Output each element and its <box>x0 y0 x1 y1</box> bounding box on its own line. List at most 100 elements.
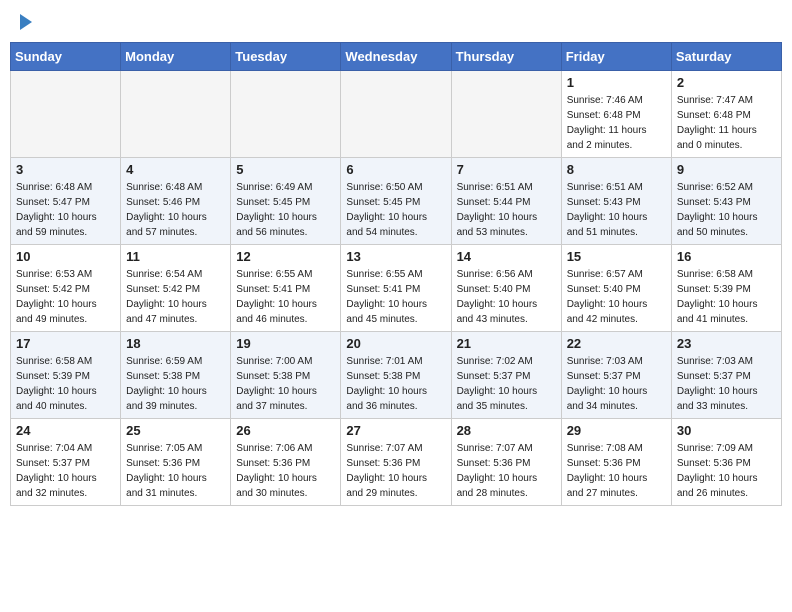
weekday-header-sunday: Sunday <box>11 43 121 71</box>
day-info: Sunrise: 7:03 AM Sunset: 5:37 PM Dayligh… <box>567 354 666 414</box>
day-number: 22 <box>567 336 666 351</box>
day-number: 25 <box>126 423 225 438</box>
day-info: Sunrise: 6:51 AM Sunset: 5:44 PM Dayligh… <box>457 180 556 240</box>
day-info: Sunrise: 6:50 AM Sunset: 5:45 PM Dayligh… <box>346 180 445 240</box>
calendar-cell: 13 Sunrise: 6:55 AM Sunset: 5:41 PM Dayli… <box>341 245 451 332</box>
day-number: 1 <box>567 75 666 90</box>
day-number: 7 <box>457 162 556 177</box>
day-number: 14 <box>457 249 556 264</box>
day-number: 5 <box>236 162 335 177</box>
day-number: 27 <box>346 423 445 438</box>
day-info: Sunrise: 7:03 AM Sunset: 5:37 PM Dayligh… <box>677 354 776 414</box>
calendar-cell: 29 Sunrise: 7:08 AM Sunset: 5:36 PM Dayli… <box>561 419 671 506</box>
day-number: 30 <box>677 423 776 438</box>
calendar-cell: 22 Sunrise: 7:03 AM Sunset: 5:37 PM Dayli… <box>561 332 671 419</box>
day-number: 2 <box>677 75 776 90</box>
day-info: Sunrise: 7:05 AM Sunset: 5:36 PM Dayligh… <box>126 441 225 501</box>
calendar-cell: 11Sunrise: 6:54 AM Sunset: 5:42 PM Dayli… <box>121 245 231 332</box>
calendar-cell: 21 Sunrise: 7:02 AM Sunset: 5:37 PM Dayli… <box>451 332 561 419</box>
calendar-cell <box>231 71 341 158</box>
day-number: 26 <box>236 423 335 438</box>
day-info: Sunrise: 6:55 AM Sunset: 5:41 PM Dayligh… <box>236 267 335 327</box>
day-info: Sunrise: 6:49 AM Sunset: 5:45 PM Dayligh… <box>236 180 335 240</box>
day-number: 13 <box>346 249 445 264</box>
weekday-header-row: SundayMondayTuesdayWednesdayThursdayFrid… <box>11 43 782 71</box>
day-info: Sunrise: 6:51 AM Sunset: 5:43 PM Dayligh… <box>567 180 666 240</box>
day-number: 18 <box>126 336 225 351</box>
day-info: Sunrise: 7:02 AM Sunset: 5:37 PM Dayligh… <box>457 354 556 414</box>
day-number: 9 <box>677 162 776 177</box>
day-number: 6 <box>346 162 445 177</box>
calendar-cell <box>121 71 231 158</box>
day-number: 15 <box>567 249 666 264</box>
day-number: 4 <box>126 162 225 177</box>
day-info: Sunrise: 6:48 AM Sunset: 5:47 PM Dayligh… <box>16 180 115 240</box>
day-number: 11 <box>126 249 225 264</box>
day-number: 24 <box>16 423 115 438</box>
day-number: 23 <box>677 336 776 351</box>
day-number: 19 <box>236 336 335 351</box>
day-info: Sunrise: 7:09 AM Sunset: 5:36 PM Dayligh… <box>677 441 776 501</box>
week-row-2: 3 Sunrise: 6:48 AM Sunset: 5:47 PM Daylig… <box>11 158 782 245</box>
calendar-cell: 20Sunrise: 7:01 AM Sunset: 5:38 PM Dayli… <box>341 332 451 419</box>
week-row-1: 1 Sunrise: 7:46 AM Sunset: 6:48 PM Daylig… <box>11 71 782 158</box>
weekday-header-monday: Monday <box>121 43 231 71</box>
calendar-cell: 15Sunrise: 6:57 AM Sunset: 5:40 PM Dayli… <box>561 245 671 332</box>
calendar-cell: 14 Sunrise: 6:56 AM Sunset: 5:40 PM Dayli… <box>451 245 561 332</box>
day-info: Sunrise: 7:06 AM Sunset: 5:36 PM Dayligh… <box>236 441 335 501</box>
calendar-cell: 27 Sunrise: 7:07 AM Sunset: 5:36 PM Dayli… <box>341 419 451 506</box>
day-info: Sunrise: 6:55 AM Sunset: 5:41 PM Dayligh… <box>346 267 445 327</box>
day-info: Sunrise: 7:47 AM Sunset: 6:48 PM Dayligh… <box>677 93 776 153</box>
day-info: Sunrise: 6:56 AM Sunset: 5:40 PM Dayligh… <box>457 267 556 327</box>
week-row-5: 24 Sunrise: 7:04 AM Sunset: 5:37 PM Dayli… <box>11 419 782 506</box>
week-row-3: 10Sunrise: 6:53 AM Sunset: 5:42 PM Dayli… <box>11 245 782 332</box>
page-header <box>10 10 782 34</box>
calendar-cell: 23 Sunrise: 7:03 AM Sunset: 5:37 PM Dayli… <box>671 332 781 419</box>
calendar-cell: 25 Sunrise: 7:05 AM Sunset: 5:36 PM Dayli… <box>121 419 231 506</box>
calendar-cell: 4Sunrise: 6:48 AM Sunset: 5:46 PM Daylig… <box>121 158 231 245</box>
day-number: 16 <box>677 249 776 264</box>
day-number: 3 <box>16 162 115 177</box>
calendar-cell: 6 Sunrise: 6:50 AM Sunset: 5:45 PM Daylig… <box>341 158 451 245</box>
calendar-cell <box>451 71 561 158</box>
week-row-4: 17Sunrise: 6:58 AM Sunset: 5:39 PM Dayli… <box>11 332 782 419</box>
day-number: 28 <box>457 423 556 438</box>
weekday-header-tuesday: Tuesday <box>231 43 341 71</box>
calendar-cell: 26 Sunrise: 7:06 AM Sunset: 5:36 PM Dayli… <box>231 419 341 506</box>
day-number: 29 <box>567 423 666 438</box>
calendar-cell: 28 Sunrise: 7:07 AM Sunset: 5:36 PM Dayli… <box>451 419 561 506</box>
calendar-cell: 16 Sunrise: 6:58 AM Sunset: 5:39 PM Dayli… <box>671 245 781 332</box>
day-info: Sunrise: 6:58 AM Sunset: 5:39 PM Dayligh… <box>16 354 115 414</box>
logo-arrow-icon <box>20 14 32 30</box>
day-info: Sunrise: 7:00 AM Sunset: 5:38 PM Dayligh… <box>236 354 335 414</box>
calendar-cell: 5 Sunrise: 6:49 AM Sunset: 5:45 PM Daylig… <box>231 158 341 245</box>
calendar-cell: 18Sunrise: 6:59 AM Sunset: 5:38 PM Dayli… <box>121 332 231 419</box>
logo <box>18 14 32 30</box>
calendar-cell: 2 Sunrise: 7:47 AM Sunset: 6:48 PM Daylig… <box>671 71 781 158</box>
day-info: Sunrise: 6:52 AM Sunset: 5:43 PM Dayligh… <box>677 180 776 240</box>
calendar-cell: 10Sunrise: 6:53 AM Sunset: 5:42 PM Dayli… <box>11 245 121 332</box>
day-info: Sunrise: 7:46 AM Sunset: 6:48 PM Dayligh… <box>567 93 666 153</box>
day-number: 8 <box>567 162 666 177</box>
calendar-cell: 30 Sunrise: 7:09 AM Sunset: 5:36 PM Dayli… <box>671 419 781 506</box>
calendar-cell: 9 Sunrise: 6:52 AM Sunset: 5:43 PM Daylig… <box>671 158 781 245</box>
calendar-cell: 17Sunrise: 6:58 AM Sunset: 5:39 PM Dayli… <box>11 332 121 419</box>
day-info: Sunrise: 7:07 AM Sunset: 5:36 PM Dayligh… <box>346 441 445 501</box>
day-info: Sunrise: 7:07 AM Sunset: 5:36 PM Dayligh… <box>457 441 556 501</box>
day-info: Sunrise: 6:58 AM Sunset: 5:39 PM Dayligh… <box>677 267 776 327</box>
calendar-cell: 19 Sunrise: 7:00 AM Sunset: 5:38 PM Dayli… <box>231 332 341 419</box>
day-info: Sunrise: 6:53 AM Sunset: 5:42 PM Dayligh… <box>16 267 115 327</box>
calendar-cell: 12Sunrise: 6:55 AM Sunset: 5:41 PM Dayli… <box>231 245 341 332</box>
day-info: Sunrise: 7:08 AM Sunset: 5:36 PM Dayligh… <box>567 441 666 501</box>
calendar-cell: 7 Sunrise: 6:51 AM Sunset: 5:44 PM Daylig… <box>451 158 561 245</box>
calendar-table: SundayMondayTuesdayWednesdayThursdayFrid… <box>10 42 782 506</box>
calendar-cell: 24 Sunrise: 7:04 AM Sunset: 5:37 PM Dayli… <box>11 419 121 506</box>
weekday-header-wednesday: Wednesday <box>341 43 451 71</box>
day-info: Sunrise: 7:01 AM Sunset: 5:38 PM Dayligh… <box>346 354 445 414</box>
calendar-cell: 1 Sunrise: 7:46 AM Sunset: 6:48 PM Daylig… <box>561 71 671 158</box>
weekday-header-saturday: Saturday <box>671 43 781 71</box>
day-info: Sunrise: 7:04 AM Sunset: 5:37 PM Dayligh… <box>16 441 115 501</box>
calendar-cell <box>341 71 451 158</box>
day-number: 21 <box>457 336 556 351</box>
weekday-header-thursday: Thursday <box>451 43 561 71</box>
